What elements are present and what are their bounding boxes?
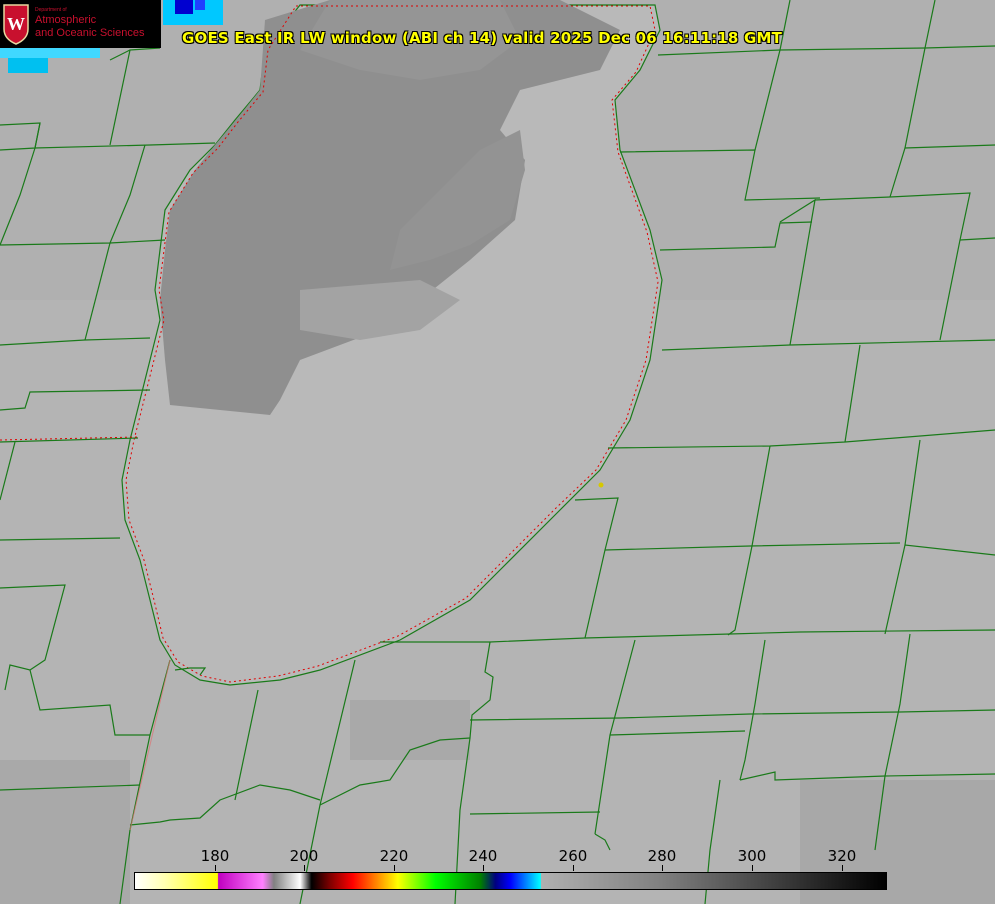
colorbar-tick-label: 220 (379, 847, 409, 865)
colorbar-tick-mark (394, 865, 395, 871)
logo-name-line2: and Oceanic Sciences (35, 27, 145, 39)
svg-text:W: W (7, 14, 25, 34)
colorbar-tick-label: 240 (468, 847, 498, 865)
colorbar-tick-mark (304, 865, 305, 871)
uw-aos-logo: W Department of Atmospheric and Oceanic … (0, 0, 161, 48)
image-title: GOES East IR LW window (ABI ch 14) valid… (182, 29, 783, 47)
colorbar-tick-label: 280 (647, 847, 677, 865)
colorbar-tick-label: 200 (289, 847, 319, 865)
logo-department-text: Department of (35, 7, 67, 13)
uw-crest-icon: W (3, 4, 29, 45)
satellite-map-view: W Department of Atmospheric and Oceanic … (0, 0, 995, 904)
colorbar-tick-mark (215, 865, 216, 871)
colorbar-tick-label: 180 (200, 847, 230, 865)
colorbar-tick-label: 260 (558, 847, 588, 865)
colorbar-tick-mark (573, 865, 574, 871)
colorbar-tick-label: 300 (737, 847, 767, 865)
colorbar-tick-mark (483, 865, 484, 871)
ir-satellite-map (0, 0, 995, 904)
colorbar-tick-mark (662, 865, 663, 871)
colorbar-tick-label: 320 (827, 847, 857, 865)
logo-name-line1: Atmospheric (35, 14, 97, 26)
colorbar-tick-mark (752, 865, 753, 871)
colorbar-tick-mark (842, 865, 843, 871)
colorbar-legend: 180 200 220 240 260 280 300 320 (0, 840, 995, 904)
station-marker (598, 482, 604, 488)
colorbar-gradient (134, 872, 887, 890)
